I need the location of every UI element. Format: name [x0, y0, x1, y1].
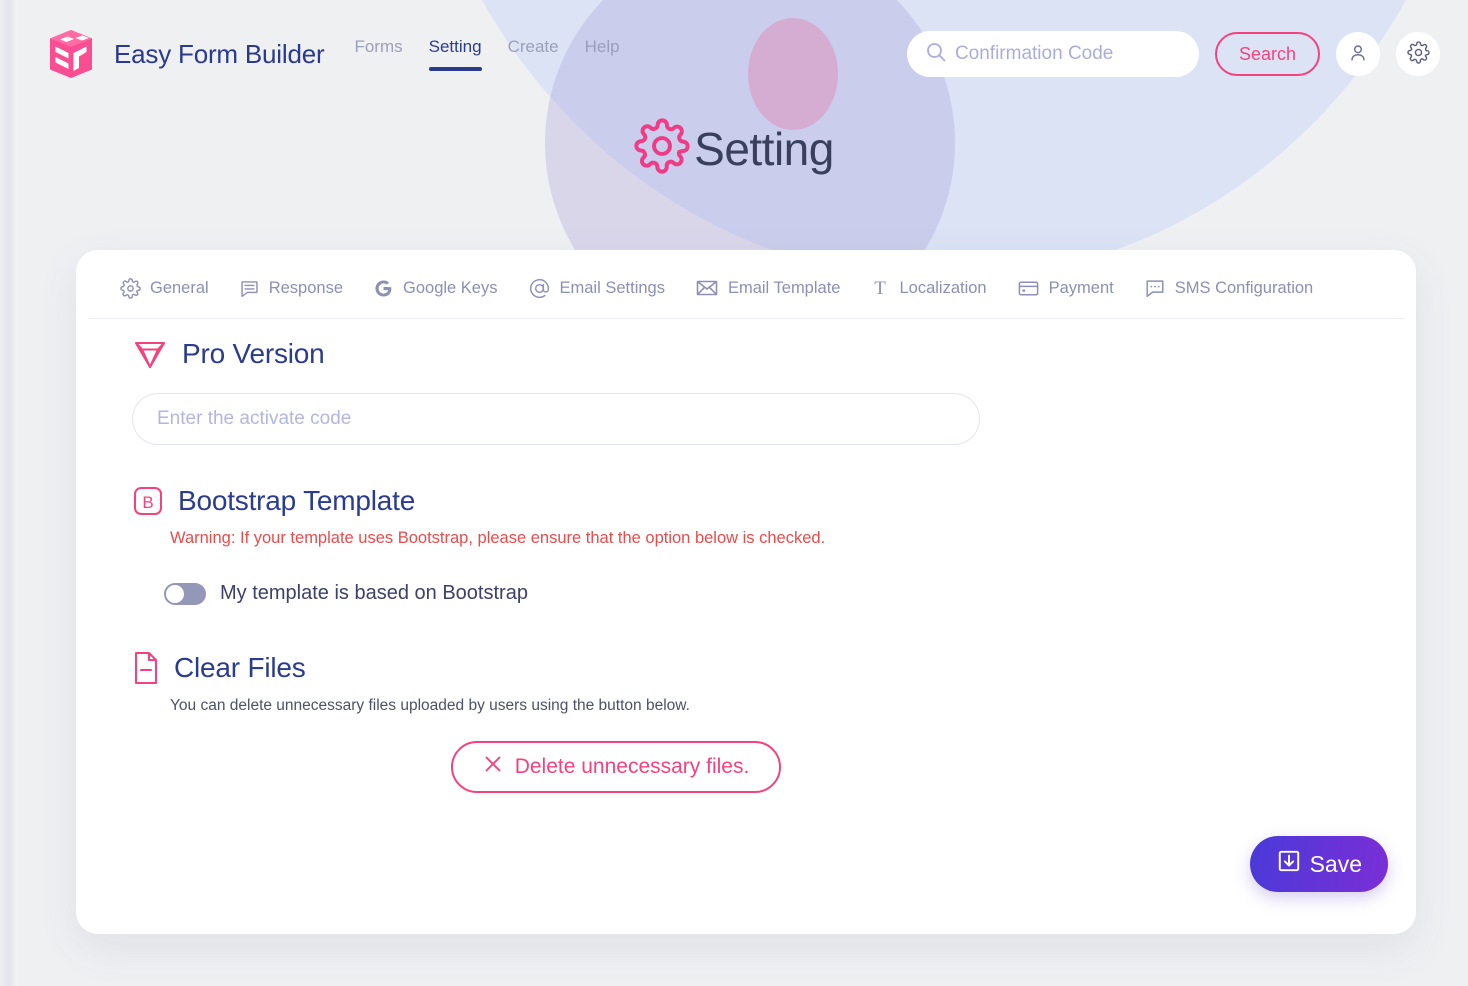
tab-label: General [150, 278, 209, 297]
save-button[interactable]: Save [1249, 836, 1388, 892]
tab-label: Response [268, 278, 344, 297]
tab-payment[interactable]: Payment [1003, 273, 1130, 318]
nav-item-setting[interactable]: Setting [428, 37, 482, 71]
search-icon [925, 41, 947, 68]
gear-icon [634, 118, 690, 179]
clear-files-description: You can delete unnecessary files uploade… [170, 697, 690, 714]
delete-button-label: Delete unnecessary files. [514, 755, 750, 778]
section-clear-files: Clear Files [132, 651, 1360, 685]
main-nav: Forms Setting Create Help [354, 37, 620, 71]
delete-unnecessary-files-button[interactable]: Delete unnecessary files. [450, 741, 782, 793]
settings-card: General Response Google Keys Email Setti… [76, 250, 1416, 934]
close-x-icon [483, 754, 503, 780]
settings-button[interactable] [1396, 32, 1440, 76]
tab-email-settings[interactable]: Email Settings [514, 273, 681, 318]
nav-item-help[interactable]: Help [585, 37, 620, 71]
section-pro-version: Pro Version [132, 337, 1360, 371]
file-minus-icon [132, 651, 160, 685]
chat-dots-icon [1144, 277, 1166, 299]
toggle-knob [166, 584, 184, 603]
bootstrap-toggle-row[interactable]: My template is based on Bootstrap [164, 582, 1360, 605]
save-row: Save [1249, 836, 1388, 892]
page-title-text: Setting [694, 122, 834, 175]
envelope-icon [695, 276, 719, 300]
gear-icon [120, 277, 141, 299]
section-title: Bootstrap Template [178, 485, 416, 516]
diamond-icon [132, 337, 168, 371]
tab-google-keys[interactable]: Google Keys [359, 274, 513, 317]
nav-item-forms[interactable]: Forms [354, 37, 402, 71]
account-button[interactable] [1336, 32, 1380, 76]
bootstrap-toggle-label: My template is based on Bootstrap [220, 582, 528, 604]
credit-card-icon [1017, 277, 1040, 300]
section-bootstrap-template: B Bootstrap Template [132, 485, 1360, 517]
comment-lines-icon [239, 278, 260, 299]
search-button[interactable]: Search [1214, 32, 1320, 76]
page-title: Setting [0, 118, 1468, 179]
save-button-label: Save [1309, 850, 1362, 877]
delete-files-row: Delete unnecessary files. [132, 741, 1360, 793]
bootstrap-toggle[interactable] [164, 582, 206, 605]
cube-logo-icon [44, 27, 98, 81]
tab-localization[interactable]: T Localization [856, 273, 1002, 317]
at-sign-icon [528, 277, 551, 300]
tab-response[interactable]: Response [225, 274, 359, 317]
tab-sms-configuration[interactable]: SMS Configuration [1130, 273, 1330, 317]
download-box-icon [1276, 848, 1302, 880]
section-title: Pro Version [182, 338, 325, 369]
brand[interactable]: Easy Form Builder [44, 27, 325, 81]
settings-tabbar: General Response Google Keys Email Setti… [88, 250, 1404, 319]
bootstrap-warning-text: Warning: If your template uses Bootstrap… [170, 529, 826, 547]
app-header: Easy Form Builder Forms Setting Create H… [0, 0, 1468, 108]
text-t-icon: T [870, 277, 890, 299]
app-page: Easy Form Builder Forms Setting Create H… [0, 0, 1468, 986]
search-box[interactable] [906, 31, 1199, 77]
brand-name: Easy Form Builder [114, 38, 325, 69]
settings-content: Pro Version B Bootstrap Template Warning… [76, 319, 1416, 793]
tab-label: Email Settings [559, 278, 665, 297]
header-actions: Search [906, 31, 1440, 77]
google-g-icon [373, 278, 394, 299]
tab-email-template[interactable]: Email Template [681, 272, 857, 318]
user-icon [1347, 42, 1369, 67]
tab-label: Payment [1048, 278, 1114, 297]
tab-label: Localization [899, 278, 987, 297]
search-input[interactable] [952, 42, 1181, 66]
tab-label: Google Keys [403, 278, 498, 297]
activate-code-input[interactable] [132, 393, 980, 445]
section-title: Clear Files [174, 652, 306, 683]
tab-label: Email Template [727, 278, 841, 297]
bootstrap-b-icon: B [132, 485, 164, 517]
tab-general[interactable]: General [106, 274, 225, 317]
svg-text:T: T [875, 278, 887, 299]
tab-label: SMS Configuration [1174, 278, 1314, 297]
nav-item-create[interactable]: Create [508, 37, 559, 71]
svg-text:B: B [142, 493, 153, 512]
gear-icon [1406, 41, 1430, 67]
